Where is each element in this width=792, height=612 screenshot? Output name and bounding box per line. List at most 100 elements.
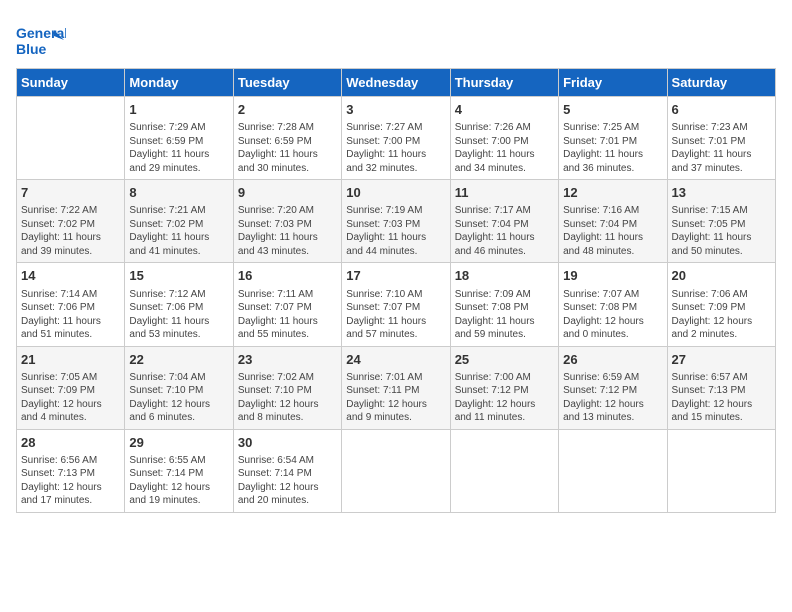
day-number: 27 xyxy=(672,351,771,369)
calendar-cell: 15 Sunrise: 7:12 AM Sunset: 7:06 PM Dayli… xyxy=(125,263,233,346)
day-info: Sunrise: 7:10 AM Sunset: 7:07 PM Dayligh… xyxy=(346,288,445,342)
day-info: Sunrise: 7:20 AM Sunset: 7:03 PM Dayligh… xyxy=(238,204,337,258)
day-number: 9 xyxy=(238,184,337,202)
day-number: 15 xyxy=(129,267,228,285)
day-number: 19 xyxy=(563,267,662,285)
day-info: Sunrise: 7:12 AM Sunset: 7:06 PM Dayligh… xyxy=(129,288,228,342)
calendar-cell: 7 Sunrise: 7:22 AM Sunset: 7:02 PM Daylig… xyxy=(17,180,125,263)
calendar-cell: 14Sunrise: 7:14 AM Sunset: 7:06 PM Dayli… xyxy=(17,263,125,346)
day-info: Sunrise: 7:28 AM Sunset: 6:59 PM Dayligh… xyxy=(238,121,337,175)
calendar-cell: 23 Sunrise: 7:02 AM Sunset: 7:10 PM Dayli… xyxy=(233,346,341,429)
day-info: Sunrise: 7:00 AM Sunset: 7:12 PM Dayligh… xyxy=(455,371,554,425)
page-header: GeneralBlue xyxy=(16,16,776,60)
day-number: 16 xyxy=(238,267,337,285)
week-row-3: 14Sunrise: 7:14 AM Sunset: 7:06 PM Dayli… xyxy=(17,263,776,346)
day-info: Sunrise: 7:05 AM Sunset: 7:09 PM Dayligh… xyxy=(21,371,120,425)
day-header-thursday: Thursday xyxy=(450,69,558,97)
day-number: 13 xyxy=(672,184,771,202)
calendar-cell: 20 Sunrise: 7:06 AM Sunset: 7:09 PM Dayli… xyxy=(667,263,775,346)
calendar-cell: 22 Sunrise: 7:04 AM Sunset: 7:10 PM Dayli… xyxy=(125,346,233,429)
calendar-cell: 11 Sunrise: 7:17 AM Sunset: 7:04 PM Dayli… xyxy=(450,180,558,263)
day-number: 30 xyxy=(238,434,337,452)
day-number: 10 xyxy=(346,184,445,202)
week-row-1: 1Sunrise: 7:29 AM Sunset: 6:59 PM Daylig… xyxy=(17,97,776,180)
day-number: 22 xyxy=(129,351,228,369)
day-header-saturday: Saturday xyxy=(667,69,775,97)
calendar-cell: 6Sunrise: 7:23 AM Sunset: 7:01 PM Daylig… xyxy=(667,97,775,180)
day-info: Sunrise: 7:19 AM Sunset: 7:03 PM Dayligh… xyxy=(346,204,445,258)
day-number: 3 xyxy=(346,101,445,119)
calendar-cell: 19 Sunrise: 7:07 AM Sunset: 7:08 PM Dayli… xyxy=(559,263,667,346)
calendar-cell: 13 Sunrise: 7:15 AM Sunset: 7:05 PM Dayli… xyxy=(667,180,775,263)
day-info: Sunrise: 6:54 AM Sunset: 7:14 PM Dayligh… xyxy=(238,454,337,508)
calendar-cell: 1Sunrise: 7:29 AM Sunset: 6:59 PM Daylig… xyxy=(125,97,233,180)
calendar-cell xyxy=(450,429,558,512)
calendar-cell: 16 Sunrise: 7:11 AM Sunset: 7:07 PM Dayli… xyxy=(233,263,341,346)
day-number: 24 xyxy=(346,351,445,369)
calendar-cell: 30 Sunrise: 6:54 AM Sunset: 7:14 PM Dayli… xyxy=(233,429,341,512)
calendar-cell: 4 Sunrise: 7:26 AM Sunset: 7:00 PM Daylig… xyxy=(450,97,558,180)
day-info: Sunrise: 7:22 AM Sunset: 7:02 PM Dayligh… xyxy=(21,204,120,258)
calendar-cell: 17 Sunrise: 7:10 AM Sunset: 7:07 PM Dayli… xyxy=(342,263,450,346)
day-number: 1 xyxy=(129,101,228,119)
day-header-wednesday: Wednesday xyxy=(342,69,450,97)
day-number: 25 xyxy=(455,351,554,369)
day-info: Sunrise: 7:16 AM Sunset: 7:04 PM Dayligh… xyxy=(563,204,662,258)
calendar-cell: 10 Sunrise: 7:19 AM Sunset: 7:03 PM Dayli… xyxy=(342,180,450,263)
calendar-cell: 28 Sunrise: 6:56 AM Sunset: 7:13 PM Dayli… xyxy=(17,429,125,512)
calendar-cell: 27Sunrise: 6:57 AM Sunset: 7:13 PM Dayli… xyxy=(667,346,775,429)
calendar-cell: 9 Sunrise: 7:20 AM Sunset: 7:03 PM Daylig… xyxy=(233,180,341,263)
day-info: Sunrise: 7:01 AM Sunset: 7:11 PM Dayligh… xyxy=(346,371,445,425)
day-number: 8 xyxy=(129,184,228,202)
calendar-cell xyxy=(667,429,775,512)
day-header-friday: Friday xyxy=(559,69,667,97)
day-number: 4 xyxy=(455,101,554,119)
day-number: 23 xyxy=(238,351,337,369)
logo-icon: GeneralBlue xyxy=(16,20,66,60)
day-info: Sunrise: 7:26 AM Sunset: 7:00 PM Dayligh… xyxy=(455,121,554,175)
week-row-2: 7 Sunrise: 7:22 AM Sunset: 7:02 PM Daylig… xyxy=(17,180,776,263)
day-info: Sunrise: 7:06 AM Sunset: 7:09 PM Dayligh… xyxy=(672,288,771,342)
day-info: Sunrise: 7:04 AM Sunset: 7:10 PM Dayligh… xyxy=(129,371,228,425)
calendar-cell: 5 Sunrise: 7:25 AM Sunset: 7:01 PM Daylig… xyxy=(559,97,667,180)
day-number: 17 xyxy=(346,267,445,285)
day-info: Sunrise: 7:15 AM Sunset: 7:05 PM Dayligh… xyxy=(672,204,771,258)
calendar-cell xyxy=(342,429,450,512)
day-info: Sunrise: 7:11 AM Sunset: 7:07 PM Dayligh… xyxy=(238,288,337,342)
day-info: Sunrise: 7:02 AM Sunset: 7:10 PM Dayligh… xyxy=(238,371,337,425)
calendar-cell: 2 Sunrise: 7:28 AM Sunset: 6:59 PM Daylig… xyxy=(233,97,341,180)
day-number: 6 xyxy=(672,101,771,119)
calendar-cell xyxy=(17,97,125,180)
day-number: 28 xyxy=(21,434,120,452)
day-info: Sunrise: 7:25 AM Sunset: 7:01 PM Dayligh… xyxy=(563,121,662,175)
day-header-monday: Monday xyxy=(125,69,233,97)
day-number: 5 xyxy=(563,101,662,119)
day-info: Sunrise: 6:59 AM Sunset: 7:12 PM Dayligh… xyxy=(563,371,662,425)
svg-text:Blue: Blue xyxy=(16,41,47,57)
calendar-cell: 25 Sunrise: 7:00 AM Sunset: 7:12 PM Dayli… xyxy=(450,346,558,429)
calendar-cell: 26 Sunrise: 6:59 AM Sunset: 7:12 PM Dayli… xyxy=(559,346,667,429)
svg-text:General: General xyxy=(16,25,66,41)
day-number: 21 xyxy=(21,351,120,369)
day-number: 2 xyxy=(238,101,337,119)
logo: GeneralBlue xyxy=(16,20,66,60)
calendar-cell: 3Sunrise: 7:27 AM Sunset: 7:00 PM Daylig… xyxy=(342,97,450,180)
week-row-5: 28 Sunrise: 6:56 AM Sunset: 7:13 PM Dayli… xyxy=(17,429,776,512)
day-number: 11 xyxy=(455,184,554,202)
calendar-cell xyxy=(559,429,667,512)
day-number: 26 xyxy=(563,351,662,369)
day-info: Sunrise: 7:17 AM Sunset: 7:04 PM Dayligh… xyxy=(455,204,554,258)
week-row-4: 21 Sunrise: 7:05 AM Sunset: 7:09 PM Dayli… xyxy=(17,346,776,429)
day-number: 12 xyxy=(563,184,662,202)
day-header-sunday: Sunday xyxy=(17,69,125,97)
day-info: Sunrise: 7:21 AM Sunset: 7:02 PM Dayligh… xyxy=(129,204,228,258)
day-number: 7 xyxy=(21,184,120,202)
calendar-cell: 29Sunrise: 6:55 AM Sunset: 7:14 PM Dayli… xyxy=(125,429,233,512)
day-info: Sunrise: 6:55 AM Sunset: 7:14 PM Dayligh… xyxy=(129,454,228,508)
day-number: 14 xyxy=(21,267,120,285)
day-info: Sunrise: 7:07 AM Sunset: 7:08 PM Dayligh… xyxy=(563,288,662,342)
calendar-cell: 12 Sunrise: 7:16 AM Sunset: 7:04 PM Dayli… xyxy=(559,180,667,263)
calendar-cell: 24 Sunrise: 7:01 AM Sunset: 7:11 PM Dayli… xyxy=(342,346,450,429)
day-number: 20 xyxy=(672,267,771,285)
day-info: Sunrise: 6:56 AM Sunset: 7:13 PM Dayligh… xyxy=(21,454,120,508)
